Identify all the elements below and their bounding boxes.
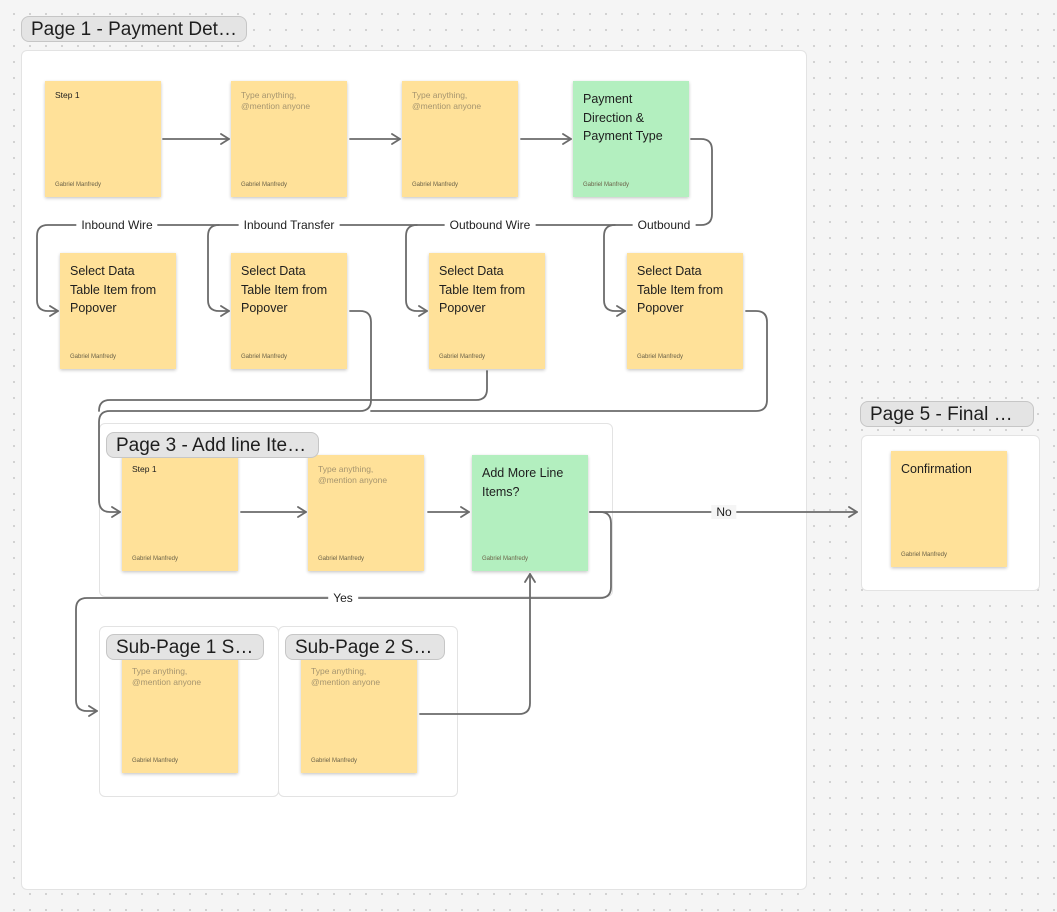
sticky-text: Select Data Table Item from Popover — [637, 264, 724, 315]
section-title-page-3[interactable]: Page 3 - Add line Items — [106, 432, 319, 458]
sticky-select-outbound-wire[interactable]: Select Data Table Item from Popover Gabr… — [429, 253, 545, 369]
sticky-author: Gabriel Manfredy — [55, 182, 102, 188]
section-title-sub-page-1[interactable]: Sub-Page 1 Sel... — [106, 634, 264, 660]
sticky-author: Gabriel Manfredy — [637, 354, 684, 360]
sticky-placeholder-text: Type anything, @mention anyone — [318, 464, 388, 486]
sticky-sub-page-1[interactable]: Type anything, @mention anyone Gabriel M… — [122, 657, 238, 773]
sticky-placeholder-text: Type anything, @mention anyone — [412, 90, 482, 112]
sticky-placeholder-text: Type anything, @mention anyone — [241, 90, 311, 112]
sticky-author: Gabriel Manfredy — [241, 182, 288, 188]
sticky-author: Gabriel Manfredy — [318, 556, 365, 562]
sticky-step-1[interactable]: Step 1 Gabriel Manfredy — [45, 81, 161, 197]
edge-label-outbound-wire: Outbound Wire — [444, 218, 536, 232]
sticky-author: Gabriel Manfredy — [583, 182, 630, 188]
sticky-page3-step-1[interactable]: Step 1 Gabriel Manfredy — [122, 455, 238, 571]
sticky-text: Select Data Table Item from Popover — [70, 264, 157, 315]
sticky-author: Gabriel Manfredy — [132, 758, 179, 764]
sticky-author: Gabriel Manfredy — [482, 556, 529, 562]
sticky-text: Step 1 — [132, 464, 157, 474]
sticky-author: Gabriel Manfredy — [132, 556, 179, 562]
edge-label-yes: Yes — [328, 591, 358, 605]
section-title-page-1[interactable]: Page 1 - Payment Details — [21, 16, 247, 42]
edge-label-inbound-wire: Inbound Wire — [76, 218, 158, 232]
edge-label-inbound-transfer: Inbound Transfer — [238, 218, 340, 232]
sticky-author: Gabriel Manfredy — [311, 758, 358, 764]
sticky-text: Select Data Table Item from Popover — [439, 264, 526, 315]
sticky-sub-page-2[interactable]: Type anything, @mention anyone Gabriel M… — [301, 657, 417, 773]
sticky-author: Gabriel Manfredy — [412, 182, 459, 188]
sticky-text: Select Data Table Item from Popover — [241, 264, 328, 315]
sticky-placeholder-3[interactable]: Type anything, @mention anyone Gabriel M… — [402, 81, 518, 197]
sticky-placeholder-2[interactable]: Type anything, @mention anyone Gabriel M… — [231, 81, 347, 197]
sticky-select-outbound[interactable]: Select Data Table Item from Popover Gabr… — [627, 253, 743, 369]
edge-label-no: No — [711, 505, 737, 519]
sticky-text: Payment Direction & Payment Type — [583, 92, 663, 143]
sticky-author: Gabriel Manfredy — [70, 354, 117, 360]
sticky-text: Step 1 — [55, 90, 80, 100]
sticky-add-more-line-items[interactable]: Add More Line Items? Gabriel Manfredy — [472, 455, 588, 571]
sticky-payment-direction[interactable]: Payment Direction & Payment Type Gabriel… — [573, 81, 689, 197]
section-title-page-5[interactable]: Page 5 - Final Co... — [860, 401, 1034, 427]
sticky-select-inbound-wire[interactable]: Select Data Table Item from Popover Gabr… — [60, 253, 176, 369]
sticky-text: Confirmation — [901, 462, 972, 476]
sticky-confirmation[interactable]: Confirmation Gabriel Manfredy — [891, 451, 1007, 567]
sticky-select-inbound-transfer[interactable]: Select Data Table Item from Popover Gabr… — [231, 253, 347, 369]
sticky-page3-placeholder[interactable]: Type anything, @mention anyone Gabriel M… — [308, 455, 424, 571]
edge-label-outbound: Outbound — [632, 218, 696, 232]
sticky-author: Gabriel Manfredy — [241, 354, 288, 360]
sticky-placeholder-text: Type anything, @mention anyone — [311, 666, 381, 688]
sticky-author: Gabriel Manfredy — [901, 552, 948, 558]
sticky-text: Add More Line Items? — [482, 466, 564, 499]
sticky-placeholder-text: Type anything, @mention anyone — [132, 666, 202, 688]
sticky-author: Gabriel Manfredy — [439, 354, 486, 360]
section-title-sub-page-2[interactable]: Sub-Page 2 Sel... — [285, 634, 445, 660]
